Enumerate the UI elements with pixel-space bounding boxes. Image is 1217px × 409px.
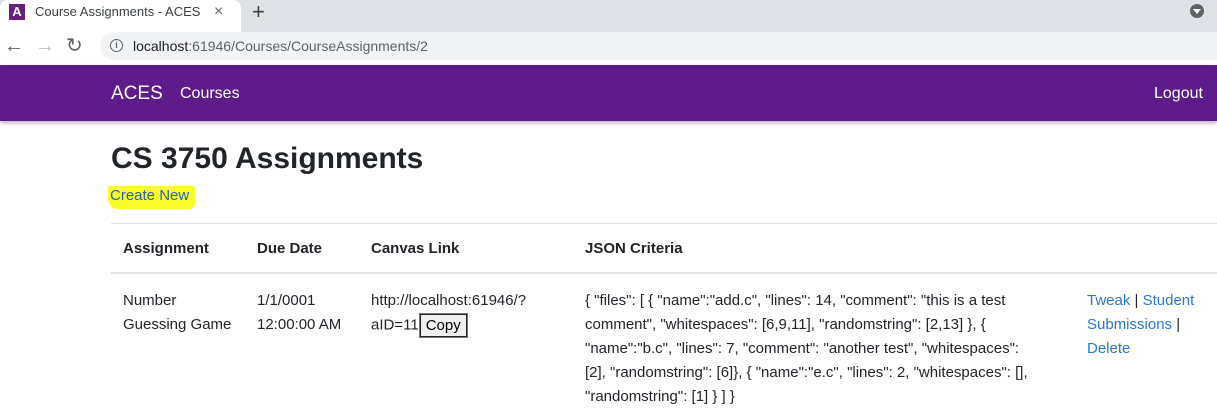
tab-close-icon[interactable]: × xyxy=(214,3,223,21)
canvas-link-line: aID=11 Copy xyxy=(371,313,526,338)
cell-due-date: 1/1/0001 12:00:00 AM xyxy=(257,289,341,337)
tab-search-icon[interactable] xyxy=(1190,4,1204,18)
json-line: "randomstring": [1] } ] } xyxy=(585,388,735,405)
browser-toolbar: ← → ↻ i localhost:61946/Courses/CourseAs… xyxy=(0,32,1217,65)
cell-json-criteria: { "files": [ { "name":"add.c", "lines": … xyxy=(585,289,1065,409)
table-header-border xyxy=(111,272,1217,274)
student-submissions-link-part1[interactable]: Student xyxy=(1143,292,1195,309)
action-separator: | xyxy=(1172,316,1181,333)
site-navbar: ACES Courses Logout xyxy=(0,65,1217,121)
json-line: { "files": [ { "name":"add.c", "lines": … xyxy=(585,292,1006,309)
tab-title: Course Assignments - ACES xyxy=(35,4,201,19)
site-info-icon[interactable]: i xyxy=(110,39,123,52)
header-assignment: Assignment xyxy=(123,240,209,257)
json-line: [2], "randomstring": [6]}, { "name":"e.c… xyxy=(585,364,1028,381)
back-arrow-icon[interactable]: ← xyxy=(4,34,24,58)
header-json-criteria: JSON Criteria xyxy=(585,240,683,257)
canvas-link-line: http://localhost:61946/? xyxy=(371,292,527,309)
header-due-date: Due Date xyxy=(257,240,323,257)
url-text[interactable]: localhost:61946/Courses/CourseAssignment… xyxy=(133,37,428,55)
canvas-link-id: aID=11 xyxy=(371,316,419,334)
due-time-line: 12:00:00 AM xyxy=(257,316,342,333)
page-title: CS 3750 Assignments xyxy=(111,142,424,175)
reload-icon[interactable]: ↻ xyxy=(66,34,83,58)
action-separator: | xyxy=(1130,292,1143,309)
cell-canvas-link: http://localhost:61946/? aID=11 Copy xyxy=(371,289,526,338)
student-submissions-link-part2[interactable]: Submissions xyxy=(1087,316,1172,333)
assignment-name-line: Number xyxy=(123,292,177,309)
table-top-border xyxy=(111,223,1217,224)
header-canvas-link: Canvas Link xyxy=(371,240,460,257)
browser-tab-strip: A Course Assignments - ACES × + xyxy=(0,0,1217,32)
logout-link[interactable]: Logout xyxy=(1154,84,1203,104)
assignment-name-line: Guessing Game xyxy=(123,316,232,333)
forward-arrow-icon[interactable]: → xyxy=(35,34,55,58)
json-line: "name":"b.c", "lines": 7, "comment": "an… xyxy=(585,340,1020,357)
cell-actions: Tweak | Student Submissions | Delete xyxy=(1087,289,1217,361)
new-tab-icon[interactable]: + xyxy=(252,0,265,24)
delete-link[interactable]: Delete xyxy=(1087,340,1130,357)
tweak-link[interactable]: Tweak xyxy=(1087,292,1130,309)
url-path: :61946/Courses/CourseAssignments/2 xyxy=(188,38,428,54)
aces-favicon-icon: A xyxy=(9,4,25,20)
create-new-link[interactable]: Create New xyxy=(108,186,196,209)
browser-tab[interactable]: A Course Assignments - ACES × xyxy=(0,0,241,32)
url-host: localhost xyxy=(133,38,189,54)
json-line: comment", "whitespaces": [6,9,11], "rand… xyxy=(585,316,986,333)
nav-courses-link[interactable]: Courses xyxy=(180,84,240,104)
due-date-line: 1/1/0001 xyxy=(257,292,316,309)
cell-assignment: Number Guessing Game xyxy=(123,289,231,337)
address-bar[interactable]: i localhost:61946/Courses/CourseAssignme… xyxy=(100,32,1217,60)
copy-button[interactable]: Copy xyxy=(418,313,468,338)
brand-link[interactable]: ACES xyxy=(111,83,163,105)
